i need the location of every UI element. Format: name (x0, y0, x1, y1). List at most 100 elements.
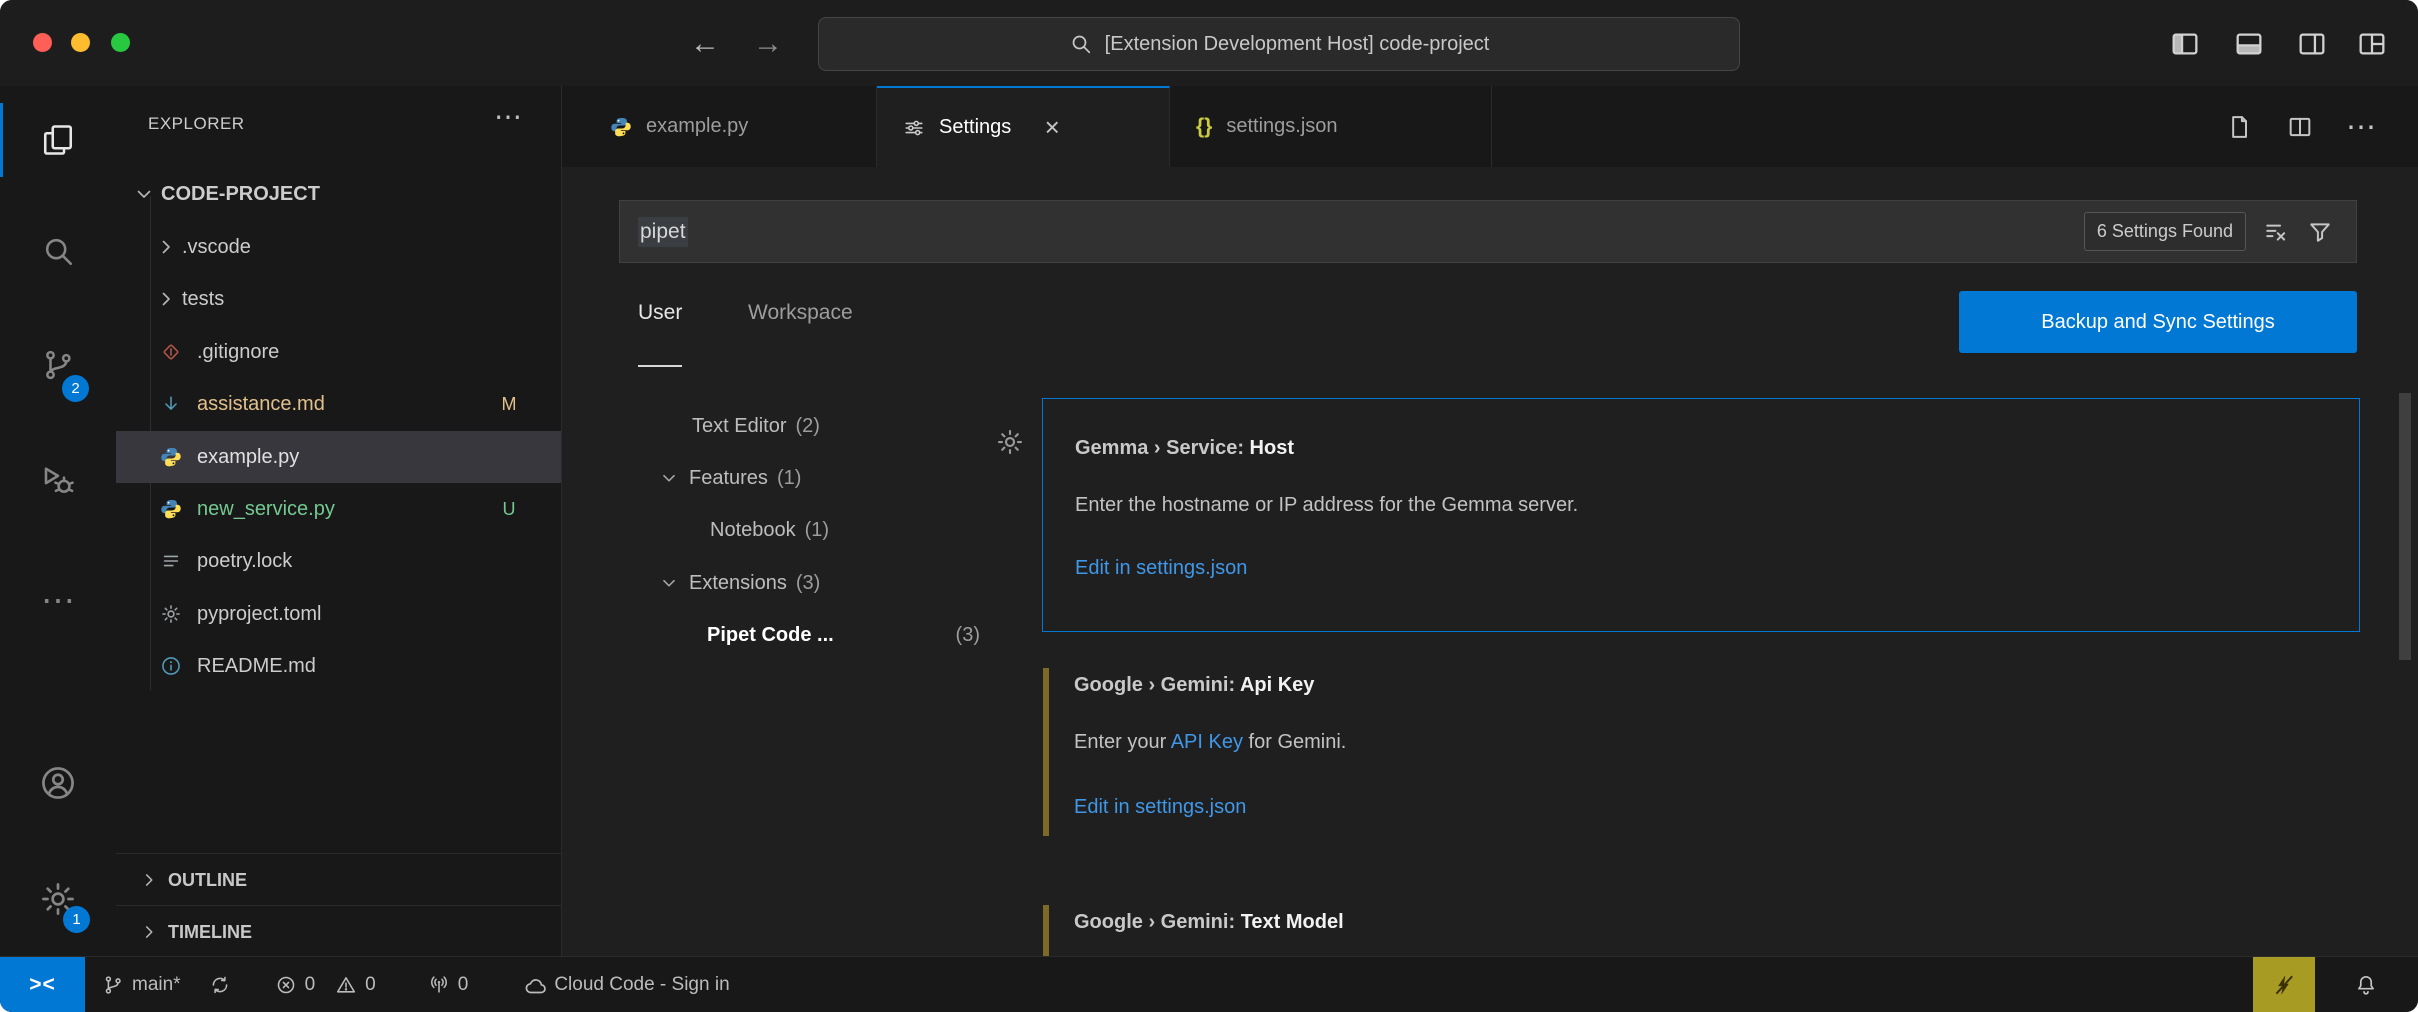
tree-item-tests[interactable]: tests (116, 273, 561, 325)
cloud-icon (524, 974, 546, 996)
toml-gear-icon (160, 603, 182, 625)
edit-in-settings-json-link[interactable]: Edit in settings.json (1074, 796, 1246, 819)
git-untracked-badge: U (494, 499, 524, 520)
file-label: assistance.md (197, 393, 325, 416)
outline-section-header[interactable]: OUTLINE (116, 853, 561, 906)
tab-settings-json[interactable]: {} settings.json (1170, 86, 1492, 167)
vscode-window: ← → [Extension Development Host] code-pr… (0, 0, 2418, 1012)
radio-tower-icon (428, 974, 450, 996)
status-bar: >< main* 0 0 (0, 956, 2418, 1012)
toc-item-notebook[interactable]: Notebook (1) (710, 510, 829, 550)
tree-item-pyproject-toml[interactable]: pyproject.toml (116, 588, 561, 640)
tree-item-example-py[interactable]: example.py (116, 431, 561, 483)
cloud-code-item[interactable]: Cloud Code - Sign in (524, 974, 729, 996)
scope-tab-label: Workspace (748, 301, 853, 325)
explorer-view-button[interactable] (0, 103, 116, 177)
explorer-more-actions-button[interactable]: ⋯ (494, 100, 522, 133)
extension-host-status-button[interactable] (2253, 957, 2315, 1012)
tree-item-new-service-py[interactable]: new_service.py U (116, 483, 561, 535)
backup-sync-settings-button[interactable]: Backup and Sync Settings (1959, 291, 2357, 353)
clear-search-filters-icon[interactable] (2262, 218, 2290, 246)
tab-label: Settings (939, 116, 1011, 139)
chevron-down-icon (132, 182, 156, 206)
file-label: new_service.py (197, 498, 335, 521)
ports-item[interactable]: 0 (428, 974, 469, 996)
settings-editor: pipet 6 Settings Found User Workspace Ba… (562, 167, 2418, 956)
lock-file-icon (160, 550, 182, 572)
filter-settings-icon[interactable] (2306, 218, 2334, 246)
settings-scope-workspace-tab[interactable]: Workspace (748, 301, 853, 353)
command-center-title: [Extension Development Host] code-projec… (1105, 33, 1490, 56)
setting-entry-gemma-service-host[interactable]: Gemma › Service: Host Enter the hostname… (1042, 398, 2360, 632)
manage-settings-button[interactable]: 1 (0, 862, 116, 936)
setting-name: Api Key (1240, 674, 1314, 696)
open-settings-json-button[interactable] (2216, 104, 2262, 150)
tree-item-assistance-md[interactable]: assistance.md M (116, 378, 561, 430)
files-icon (40, 122, 76, 158)
setting-description: Enter your (1074, 731, 1171, 753)
sync-changes-icon[interactable] (209, 974, 231, 996)
tree-item-gitignore[interactable]: .gitignore (116, 326, 561, 378)
source-control-view-button[interactable]: 2 (0, 328, 116, 402)
tree-root-folder[interactable]: CODE-PROJECT (116, 168, 561, 220)
minimize-window-button[interactable] (71, 33, 90, 52)
file-label: pyproject.toml (197, 603, 322, 626)
run-and-debug-view-button[interactable] (0, 444, 116, 518)
python-file-icon (160, 446, 182, 468)
remote-indicator-button[interactable]: >< (0, 957, 85, 1012)
folder-label: .vscode (182, 236, 251, 259)
toggle-primary-sidebar-button[interactable] (2163, 22, 2207, 66)
command-center[interactable]: [Extension Development Host] code-projec… (818, 17, 1740, 71)
toc-item-features[interactable]: Features (1) (658, 458, 801, 498)
search-icon (1069, 32, 1093, 56)
edit-setting-gear-icon[interactable] (995, 427, 1025, 457)
close-window-button[interactable] (33, 33, 52, 52)
toggle-secondary-sidebar-button[interactable] (2290, 22, 2334, 66)
editor-tab-bar: example.py Settings × {} settings.json ⋯ (562, 86, 2418, 167)
edit-in-settings-json-link[interactable]: Edit in settings.json (1075, 557, 1247, 580)
timeline-section-header[interactable]: TIMELINE (116, 905, 561, 956)
toc-item-extensions[interactable]: Extensions (3) (658, 563, 820, 603)
tab-settings[interactable]: Settings × (877, 86, 1170, 167)
navigate-back-button[interactable]: ← (685, 24, 725, 64)
customize-layout-button[interactable] (2350, 22, 2394, 66)
file-label: poetry.lock (197, 550, 292, 573)
git-branch-icon (102, 974, 124, 996)
problems-item[interactable]: 0 0 (275, 974, 376, 996)
more-actions-button[interactable]: ⋯ (2338, 104, 2384, 150)
ports-count: 0 (458, 974, 469, 996)
api-key-link[interactable]: API Key (1171, 731, 1243, 753)
split-editor-button[interactable] (2277, 104, 2323, 150)
notifications-bell-button[interactable] (2336, 957, 2396, 1012)
settings-scope-user-tab[interactable]: User (638, 301, 682, 367)
toc-count: (1) (777, 467, 801, 490)
sidebar-title: EXPLORER (148, 114, 245, 134)
toc-count: (2) (795, 415, 819, 438)
accounts-button[interactable] (0, 746, 116, 820)
toc-label: Features (689, 467, 768, 490)
additional-views-button[interactable]: ⋯ (0, 564, 116, 638)
chevron-down-icon (658, 467, 680, 489)
tab-example-py[interactable]: example.py (584, 86, 877, 167)
settings-scrollbar[interactable] (2399, 393, 2411, 660)
setting-description: for Gemini. (1243, 731, 1346, 753)
navigate-forward-button[interactable]: → (748, 24, 788, 64)
toc-count: (3) (956, 624, 980, 647)
warnings-count: 0 (365, 974, 376, 996)
toggle-panel-button[interactable] (2227, 22, 2271, 66)
file-label: example.py (197, 446, 299, 469)
setting-entry-google-gemini-text-model[interactable]: Google › Gemini: Text Model (1042, 903, 2360, 956)
close-tab-icon[interactable]: × (1037, 112, 1067, 143)
setting-entry-google-gemini-api-key[interactable]: Google › Gemini: Api Key Enter your API … (1042, 666, 2360, 866)
toc-item-pipet-code[interactable]: Pipet Code ... (3) (707, 615, 980, 655)
tree-item-readme-md[interactable]: README.md (116, 640, 561, 692)
search-icon (40, 233, 76, 269)
settings-search-input[interactable]: pipet 6 Settings Found (619, 200, 2357, 263)
git-branch-item[interactable]: main* (102, 974, 181, 996)
search-view-button[interactable] (0, 214, 116, 288)
toc-item-text-editor[interactable]: Text Editor (2) (692, 406, 820, 446)
tree-item-poetry-lock[interactable]: poetry.lock (116, 535, 561, 587)
tree-item-vscode[interactable]: .vscode (116, 221, 561, 273)
zoom-window-button[interactable] (111, 33, 130, 52)
toc-label: Pipet Code ... (707, 624, 834, 647)
